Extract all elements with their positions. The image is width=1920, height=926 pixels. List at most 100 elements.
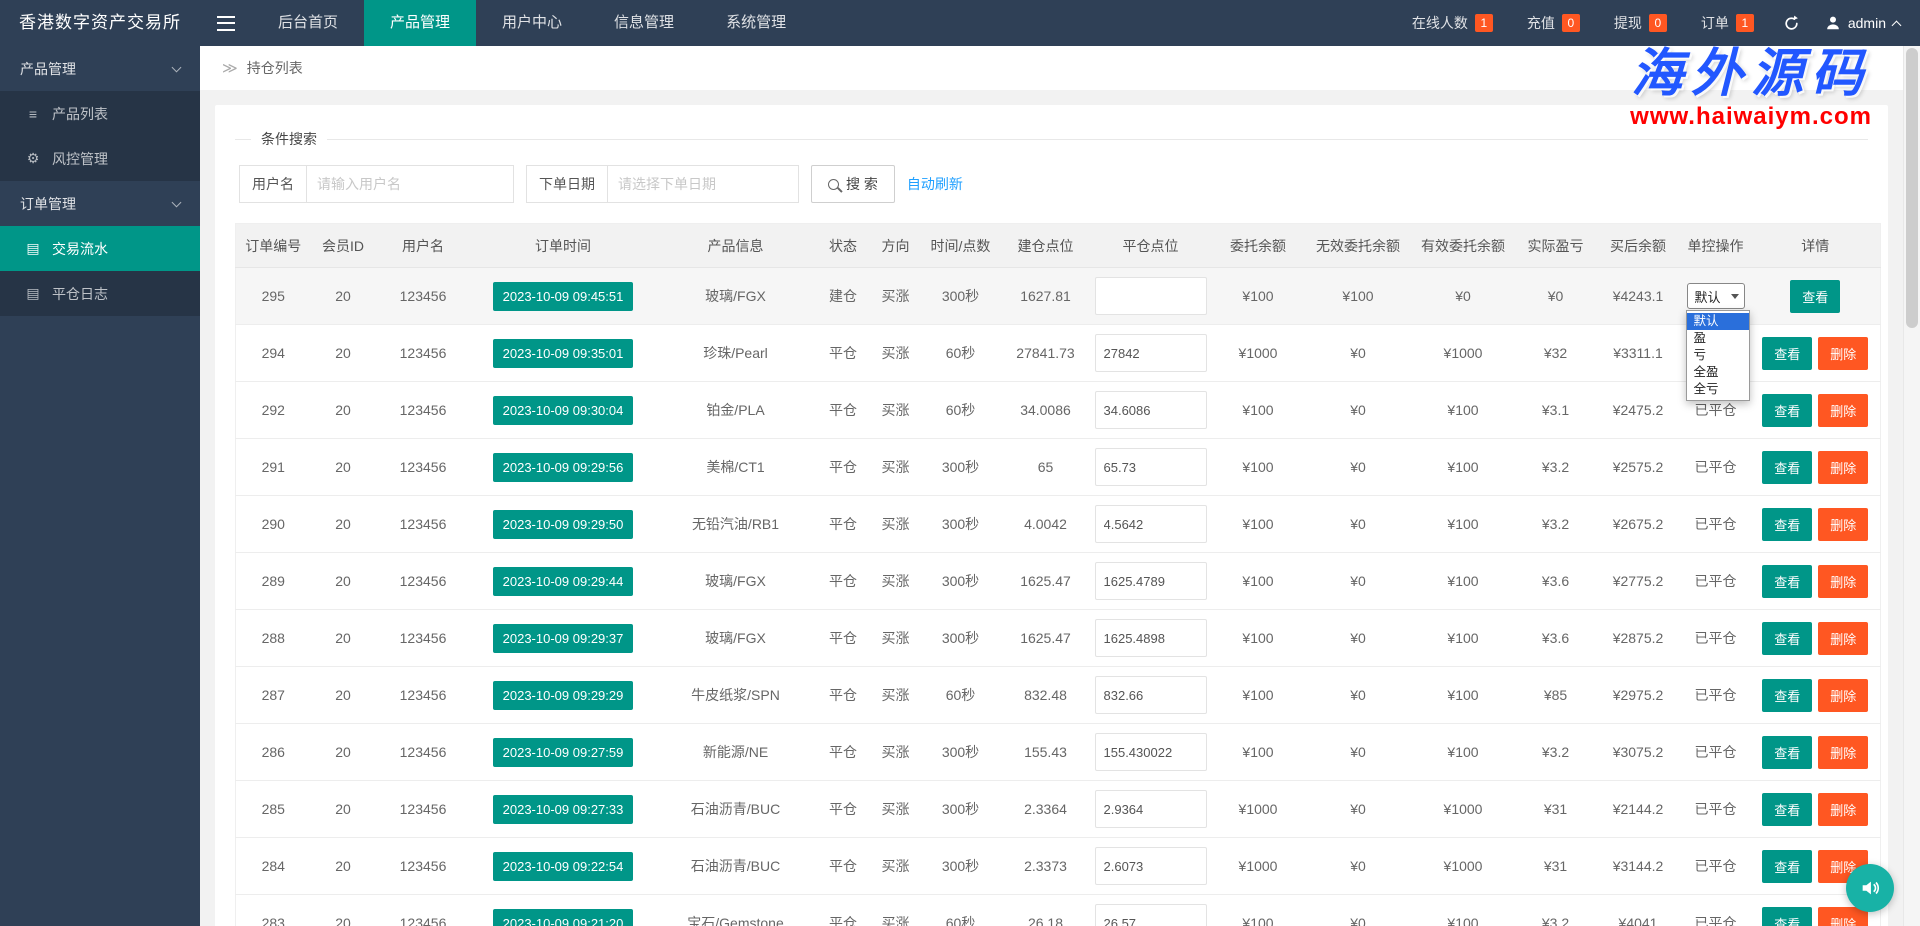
order-time-button[interactable]: 2023-10-09 09:27:33 xyxy=(492,794,634,824)
order-id-cell: 289 xyxy=(235,552,311,610)
sidebar-toggle-button[interactable] xyxy=(200,0,252,46)
username-label: 用户名 xyxy=(239,165,306,203)
entrust-balance-cell: ¥1000 xyxy=(1210,837,1306,895)
view-button[interactable]: 查看 xyxy=(1762,792,1813,826)
select-option[interactable]: 亏 xyxy=(1687,347,1749,364)
direction-cell: 买涨 xyxy=(870,894,921,926)
order-time-button[interactable]: 2023-10-09 09:29:29 xyxy=(492,680,634,710)
select-option[interactable]: 全盈 xyxy=(1687,364,1749,381)
floating-sound-button[interactable] xyxy=(1846,864,1894,912)
control-select[interactable]: 默认 默认盈亏全盈 全亏 xyxy=(1685,283,1750,401)
sidebar-group[interactable]: 订单管理 xyxy=(0,181,200,226)
view-button[interactable]: 查看 xyxy=(1762,450,1813,484)
delete-button[interactable]: 删除 xyxy=(1818,735,1869,769)
admin-menu[interactable]: admin xyxy=(1813,0,1920,46)
sidebar-group[interactable]: 产品管理 xyxy=(0,46,200,91)
username-cell: 123456 xyxy=(375,495,471,553)
order-time-button[interactable]: 2023-10-09 09:21:20 xyxy=(492,908,634,926)
top-menu-item[interactable]: 信息管理 xyxy=(588,0,700,46)
delete-button[interactable]: 删除 xyxy=(1818,507,1869,541)
order-time-button[interactable]: 2023-10-09 09:22:54 xyxy=(492,851,634,881)
top-menu: 后台首页 产品管理 用户中心 信息管理 系统管理 xyxy=(252,0,812,46)
view-button[interactable]: 查看 xyxy=(1762,507,1813,541)
view-button[interactable]: 查看 xyxy=(1762,678,1813,712)
close-point-input[interactable] xyxy=(1094,790,1207,828)
close-point-input[interactable] xyxy=(1094,505,1207,543)
stat-badge: 0 xyxy=(1648,14,1667,32)
top-menu-item[interactable]: 系统管理 xyxy=(700,0,812,46)
close-point-input[interactable] xyxy=(1094,733,1207,771)
top-menu-item[interactable]: 产品管理 xyxy=(364,0,477,46)
invalid-entrust-cell: ¥0 xyxy=(1305,381,1411,439)
delete-button[interactable]: 删除 xyxy=(1818,678,1869,712)
scrollbar-thumb[interactable] xyxy=(1906,48,1918,328)
view-button[interactable]: 查看 xyxy=(1762,621,1813,655)
order-time-button[interactable]: 2023-10-09 09:29:44 xyxy=(492,566,634,596)
view-button[interactable]: 查看 xyxy=(1790,279,1841,313)
control-select-value: 默认 xyxy=(1694,289,1721,305)
product-cell: 宝石/Gemstone xyxy=(655,894,816,926)
view-button[interactable]: 查看 xyxy=(1762,735,1813,769)
column-header: 订单编号 xyxy=(235,223,311,268)
view-button[interactable]: 查看 xyxy=(1762,849,1813,883)
delete-button[interactable]: 删除 xyxy=(1818,336,1869,370)
topbar-stat[interactable]: 在线人数 1 xyxy=(1395,0,1510,46)
sidebar-item[interactable]: ▤ 交易流水 xyxy=(0,226,200,271)
close-point-input[interactable] xyxy=(1094,277,1207,315)
close-point-cell xyxy=(1090,267,1211,325)
delete-button[interactable]: 删除 xyxy=(1818,621,1869,655)
delete-button[interactable]: 删除 xyxy=(1818,564,1869,598)
close-point-input[interactable] xyxy=(1094,562,1207,600)
breadcrumb: 持仓列表 xyxy=(246,60,303,76)
order-time-cell: 2023-10-09 09:29:44 xyxy=(470,552,656,610)
close-point-input[interactable] xyxy=(1094,619,1207,657)
auto-refresh-link[interactable]: 自动刷新 xyxy=(907,174,963,194)
topbar-stat[interactable]: 提现 0 xyxy=(1597,0,1684,46)
order-time-cell: 2023-10-09 09:22:54 xyxy=(470,837,656,895)
close-point-input[interactable] xyxy=(1094,847,1207,885)
sidebar-item[interactable]: ⚙ 风控管理 xyxy=(0,136,200,181)
close-point-input[interactable] xyxy=(1094,904,1207,926)
order-date-input[interactable] xyxy=(607,165,799,203)
order-date-group: 下单日期 xyxy=(526,165,799,203)
view-button[interactable]: 查看 xyxy=(1762,906,1813,926)
order-time-button[interactable]: 2023-10-09 09:29:50 xyxy=(492,509,634,539)
order-time-cell: 2023-10-09 09:45:51 xyxy=(470,267,656,325)
order-row: 289 20 123456 2023-10-09 09:29:44 玻璃/FGX 平仓 买涨… xyxy=(235,552,1881,610)
select-option[interactable]: 全亏 xyxy=(1687,381,1749,398)
username-input[interactable] xyxy=(306,165,514,203)
direction-cell: 买涨 xyxy=(870,780,921,838)
sidebar-submenu: ≡ 产品列表 ⚙ 风控管理 xyxy=(0,91,200,181)
view-button[interactable]: 查看 xyxy=(1762,564,1813,598)
order-time-button[interactable]: 2023-10-09 09:27:59 xyxy=(492,737,634,767)
select-option[interactable]: 盈 xyxy=(1687,330,1749,347)
order-time-button[interactable]: 2023-10-09 09:29:56 xyxy=(492,452,634,482)
search-button[interactable]: 搜 索 xyxy=(811,165,895,203)
control-select-box[interactable]: 默认 xyxy=(1686,283,1745,309)
sidebar-item[interactable]: ≡ 产品列表 xyxy=(0,91,200,136)
close-point-input[interactable] xyxy=(1094,676,1207,714)
close-point-input[interactable] xyxy=(1094,334,1207,372)
view-button[interactable]: 查看 xyxy=(1762,336,1813,370)
select-option[interactable]: 默认 xyxy=(1686,313,1749,330)
view-button[interactable]: 查看 xyxy=(1762,393,1813,427)
delete-button[interactable]: 删除 xyxy=(1818,450,1869,484)
page-scrollbar[interactable] xyxy=(1903,46,1920,926)
top-menu-item[interactable]: 用户中心 xyxy=(476,0,588,46)
order-time-button[interactable]: 2023-10-09 09:45:51 xyxy=(492,281,634,311)
top-menu-item[interactable]: 后台首页 xyxy=(252,0,364,46)
topbar-stat[interactable]: 订单 1 xyxy=(1684,0,1771,46)
order-time-button[interactable]: 2023-10-09 09:35:01 xyxy=(492,338,634,368)
sidebar-item[interactable]: ▤ 平仓日志 xyxy=(0,271,200,316)
order-time-button[interactable]: 2023-10-09 09:30:04 xyxy=(492,395,634,425)
status-cell: 建仓 xyxy=(815,267,871,325)
product-cell: 玻璃/FGX xyxy=(655,609,816,667)
topbar-stat[interactable]: 充值 0 xyxy=(1510,0,1597,46)
close-point-input[interactable] xyxy=(1094,391,1207,429)
delete-button[interactable]: 删除 xyxy=(1818,792,1869,826)
main-content: 条件搜索 用户名 下单日期 搜 索 自动刷新 xyxy=(200,90,1903,926)
close-point-input[interactable] xyxy=(1094,448,1207,486)
delete-button[interactable]: 删除 xyxy=(1818,393,1869,427)
refresh-button[interactable] xyxy=(1771,0,1813,46)
order-time-button[interactable]: 2023-10-09 09:29:37 xyxy=(492,623,634,653)
